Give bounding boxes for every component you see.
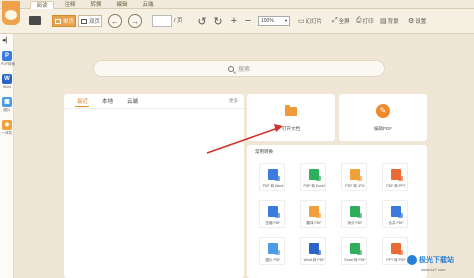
annotation-arrow <box>206 124 283 154</box>
watermark: 极光下载站 www.xz7.com <box>407 255 454 272</box>
watermark-logo-icon <box>407 255 417 265</box>
